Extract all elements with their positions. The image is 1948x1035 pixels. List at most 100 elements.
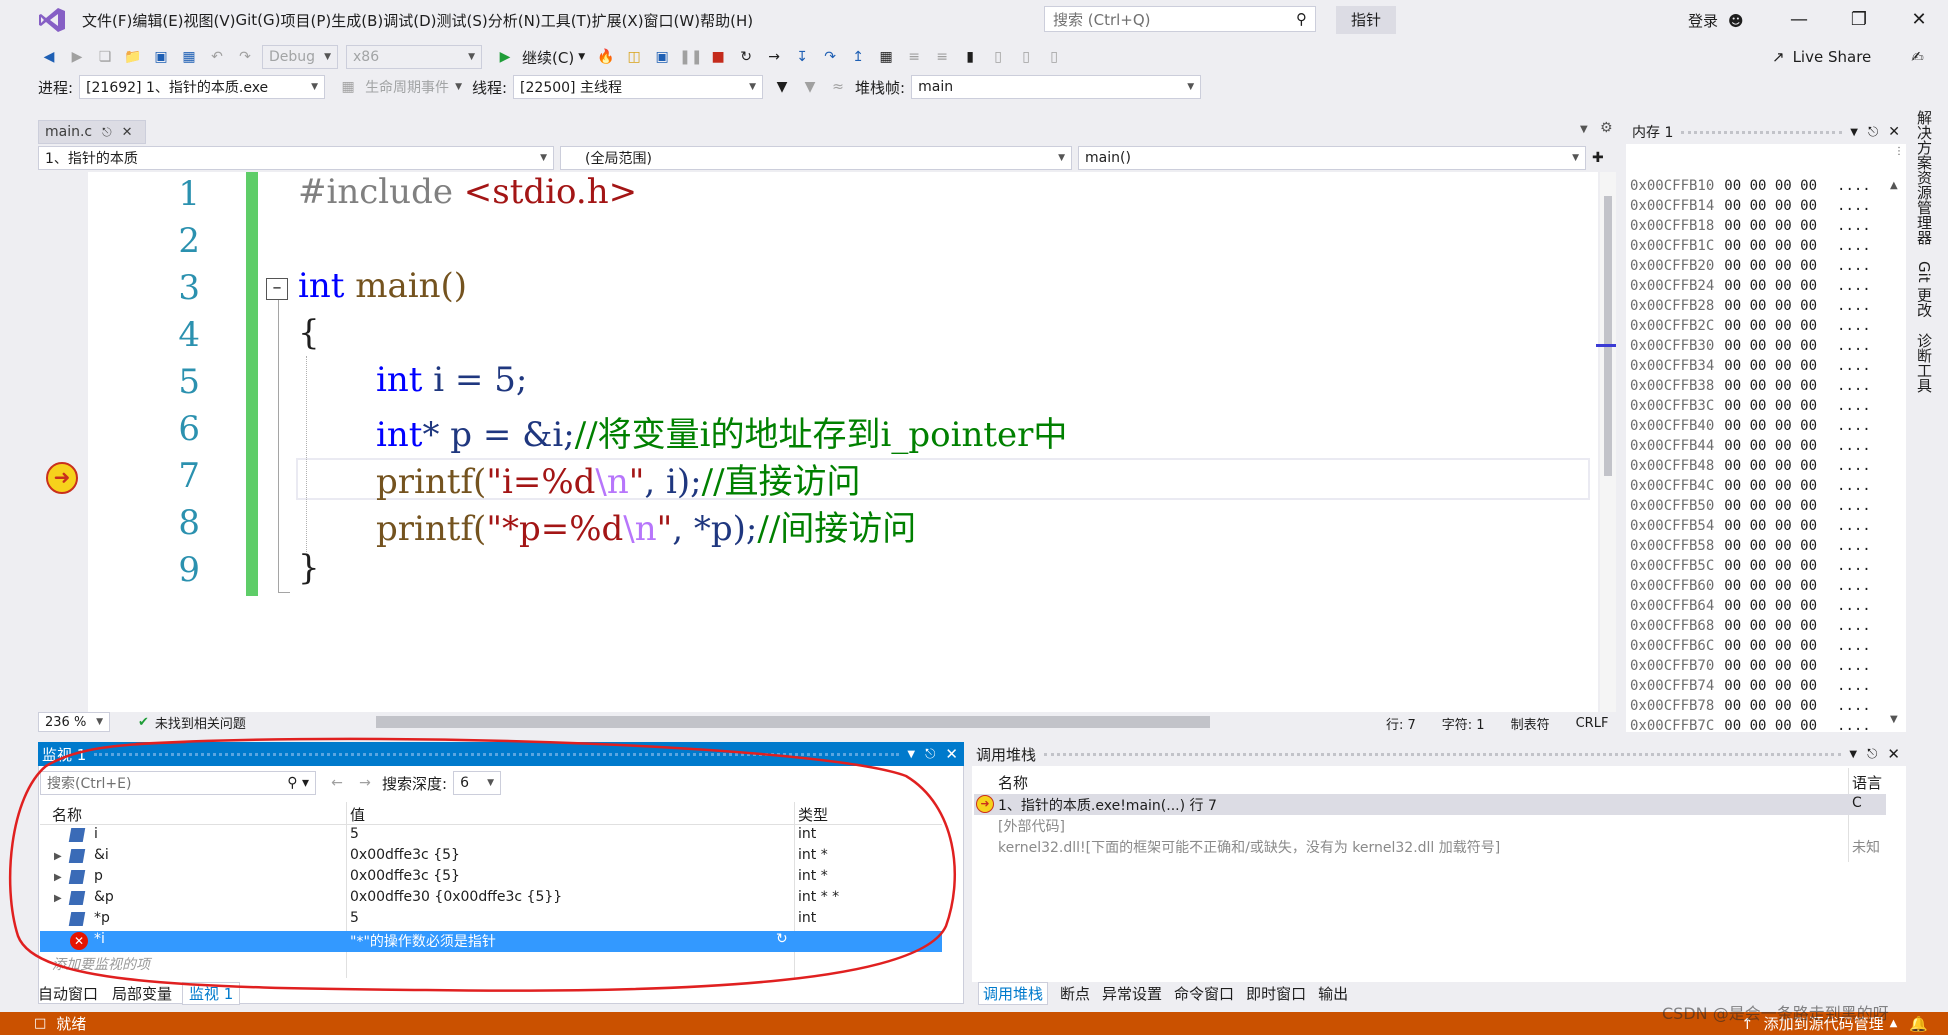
settings-icon[interactable]: ⚙ bbox=[1600, 120, 1613, 136]
menu-edit[interactable]: 编辑(E) bbox=[132, 10, 183, 31]
quick-search-input[interactable]: 搜索 (Ctrl+Q) ⚲ bbox=[1044, 6, 1316, 32]
stackframe-select[interactable]: main ▼ bbox=[911, 75, 1202, 99]
line-indicator[interactable]: 行: 7 bbox=[1386, 714, 1416, 733]
lifecycle-events-label[interactable]: 生命周期事件 bbox=[365, 77, 449, 97]
login-button[interactable]: 登录 ☻ bbox=[1688, 10, 1744, 31]
glyph-margin[interactable] bbox=[38, 172, 88, 712]
chevron-down-icon[interactable]: ▼ bbox=[455, 82, 462, 92]
memory-row[interactable]: 0x00CFFB58 00 00 00 00.... bbox=[1630, 538, 1871, 554]
pin-icon[interactable]: ⎋ bbox=[1867, 747, 1877, 762]
show-next-statement-icon[interactable]: → bbox=[763, 46, 785, 68]
scope-nav-select[interactable]: (全局范围) ▼ bbox=[560, 146, 1072, 170]
navigate-back-icon[interactable]: ◀ bbox=[38, 46, 60, 68]
step-out-icon[interactable]: ↥ bbox=[847, 46, 869, 68]
project-nav-select[interactable]: 1、指针的本质 ▼ bbox=[38, 146, 554, 170]
menu-help[interactable]: 帮助(H) bbox=[700, 10, 753, 31]
live-share-button[interactable]: ↗ Live Share ✍ bbox=[1772, 48, 1924, 66]
menu-analyze[interactable]: 分析(N) bbox=[488, 10, 541, 31]
tabs-indicator[interactable]: 制表符 bbox=[1511, 714, 1550, 733]
restart-icon[interactable]: ↻ bbox=[735, 46, 757, 68]
memory-row[interactable]: 0x00CFFB2C 00 00 00 00.... bbox=[1630, 318, 1871, 334]
title-grip[interactable] bbox=[1681, 130, 1843, 134]
memory-row[interactable]: 0x00CFFB30 00 00 00 00.... bbox=[1630, 338, 1871, 354]
call-stack-row[interactable]: [外部代码] bbox=[974, 815, 1886, 836]
save-all-icon[interactable]: ▦ bbox=[178, 46, 200, 68]
memory-options-icon[interactable]: ⋮ bbox=[1894, 146, 1904, 157]
close-tab-icon[interactable]: ✕ bbox=[122, 125, 133, 140]
new-item-icon[interactable]: ❏ bbox=[94, 46, 116, 68]
continue-button[interactable]: ▶ 继续(C) ▼ bbox=[494, 46, 586, 68]
memory-row[interactable]: 0x00CFFB54 00 00 00 00.... bbox=[1630, 518, 1871, 534]
function-nav-select[interactable]: main() ▼ bbox=[1078, 146, 1586, 170]
memory-row[interactable]: 0x00CFFB64 00 00 00 00.... bbox=[1630, 598, 1871, 614]
feedback-icon[interactable]: ✍ bbox=[1911, 48, 1924, 66]
editor-scroll-thumb[interactable] bbox=[1604, 196, 1612, 476]
menu-project[interactable]: 项目(P) bbox=[281, 10, 332, 31]
close-icon[interactable]: ✕ bbox=[1888, 124, 1900, 140]
editor-horizontal-scrollbar[interactable] bbox=[376, 716, 1210, 728]
chevron-down-icon[interactable]: ▼ bbox=[1850, 127, 1858, 138]
hex-display-icon[interactable]: ▦ bbox=[875, 46, 897, 68]
memory-row[interactable]: 0x00CFFB18 00 00 00 00.... bbox=[1630, 218, 1871, 234]
memory-row[interactable]: 0x00CFFB50 00 00 00 00.... bbox=[1630, 498, 1871, 514]
call-stack-row-current[interactable]: ➜ 1、指针的本质.exe!main(...) 行 7 C bbox=[974, 794, 1886, 815]
menu-view[interactable]: 视图(V) bbox=[184, 10, 236, 31]
tab-git-changes[interactable]: Git 更改 bbox=[1914, 261, 1935, 317]
memory-row[interactable]: 0x00CFFB6C 00 00 00 00.... bbox=[1630, 638, 1871, 654]
memory-row[interactable]: 0x00CFFB20 00 00 00 00.... bbox=[1630, 258, 1871, 274]
bookmark-icon[interactable]: ▮ bbox=[959, 46, 981, 68]
restore-button[interactable]: ❐ bbox=[1844, 8, 1874, 32]
cs-column-header-language[interactable]: 语言 bbox=[1852, 772, 1882, 793]
menu-build[interactable]: 生成(B) bbox=[331, 10, 383, 31]
collapse-outline-icon[interactable]: – bbox=[266, 278, 288, 300]
process-icon[interactable]: ◫ bbox=[623, 46, 645, 68]
zoom-select[interactable]: 236 % ▼ bbox=[38, 712, 110, 732]
split-editor-icon[interactable]: ✚ bbox=[1592, 150, 1604, 166]
memory-row[interactable]: 0x00CFFB28 00 00 00 00.... bbox=[1630, 298, 1871, 314]
memory-row[interactable]: 0x00CFFB44 00 00 00 00.... bbox=[1630, 438, 1871, 454]
stop-icon[interactable]: ■ bbox=[707, 46, 729, 68]
open-folder-icon[interactable]: 📁 bbox=[122, 46, 144, 68]
memory-row[interactable]: 0x00CFFB10 00 00 00 00.... bbox=[1630, 178, 1871, 194]
memory-row[interactable]: 0x00CFFB3C 00 00 00 00.... bbox=[1630, 398, 1871, 414]
undo-icon[interactable]: ↶ bbox=[206, 46, 228, 68]
memory-row[interactable]: 0x00CFFB68 00 00 00 00.... bbox=[1630, 618, 1871, 634]
memory-row[interactable]: 0x00CFFB14 00 00 00 00.... bbox=[1630, 198, 1871, 214]
flag-threads-icon[interactable]: ≈ bbox=[827, 76, 849, 98]
menu-git[interactable]: Git(G) bbox=[236, 11, 281, 29]
column-indicator[interactable]: 字符: 1 bbox=[1442, 714, 1485, 733]
menu-tools[interactable]: 工具(T) bbox=[541, 10, 592, 31]
platform-select[interactable]: x86 ▼ bbox=[346, 45, 482, 69]
pause-icon[interactable]: ❚❚ bbox=[679, 46, 702, 68]
menu-debug[interactable]: 调试(D) bbox=[383, 10, 436, 31]
menu-test[interactable]: 测试(S) bbox=[437, 10, 488, 31]
memory-row[interactable]: 0x00CFFB5C 00 00 00 00.... bbox=[1630, 558, 1871, 574]
pin-icon[interactable]: ⎋ bbox=[102, 125, 112, 140]
issues-status[interactable]: 未找到相关问题 bbox=[155, 713, 246, 732]
cs-column-header-name[interactable]: 名称 bbox=[998, 772, 1028, 793]
comment-icon[interactable]: ≡ bbox=[903, 46, 925, 68]
tab-output[interactable]: 输出 bbox=[1318, 983, 1348, 1004]
step-over-icon[interactable]: ↷ bbox=[819, 46, 841, 68]
clear-bookmarks-icon[interactable]: ▯ bbox=[1043, 46, 1065, 68]
memory-row[interactable]: 0x00CFFB38 00 00 00 00.... bbox=[1630, 378, 1871, 394]
memory-row[interactable]: 0x00CFFB74 00 00 00 00.... bbox=[1630, 678, 1871, 694]
tab-command-window[interactable]: 命令窗口 bbox=[1174, 983, 1234, 1004]
tab-exception-settings[interactable]: 异常设置 bbox=[1102, 983, 1162, 1004]
memory-row[interactable]: 0x00CFFB24 00 00 00 00.... bbox=[1630, 278, 1871, 294]
memory-scroll-up-icon[interactable]: ▲ bbox=[1890, 180, 1898, 191]
tab-list-dropdown-icon[interactable]: ▼ bbox=[1580, 124, 1588, 135]
memory-row[interactable]: 0x00CFFB60 00 00 00 00.... bbox=[1630, 578, 1871, 594]
document-tab-main-c[interactable]: main.c ⎋ ✕ bbox=[38, 120, 146, 144]
title-grip[interactable] bbox=[1044, 752, 1842, 756]
prev-bookmark-icon[interactable]: ▯ bbox=[987, 46, 1009, 68]
chevron-up-icon[interactable]: ▲ bbox=[1890, 1018, 1898, 1029]
menu-extensions[interactable]: 扩展(X) bbox=[592, 10, 644, 31]
menu-window[interactable]: 窗口(W) bbox=[644, 10, 701, 31]
tab-call-stack[interactable]: 调用堆栈 bbox=[978, 981, 1049, 1005]
call-stack-row[interactable]: kernel32.dll![下面的框架可能不正确和/或缺失，没有为 kernel… bbox=[974, 836, 1886, 857]
memory-scroll-down-icon[interactable]: ▼ bbox=[1890, 714, 1898, 725]
execution-pointer-arrow-icon[interactable]: ➜ bbox=[46, 462, 78, 494]
memory-row[interactable]: 0x00CFFB4C 00 00 00 00.... bbox=[1630, 478, 1871, 494]
memory-row[interactable]: 0x00CFFB34 00 00 00 00.... bbox=[1630, 358, 1871, 374]
